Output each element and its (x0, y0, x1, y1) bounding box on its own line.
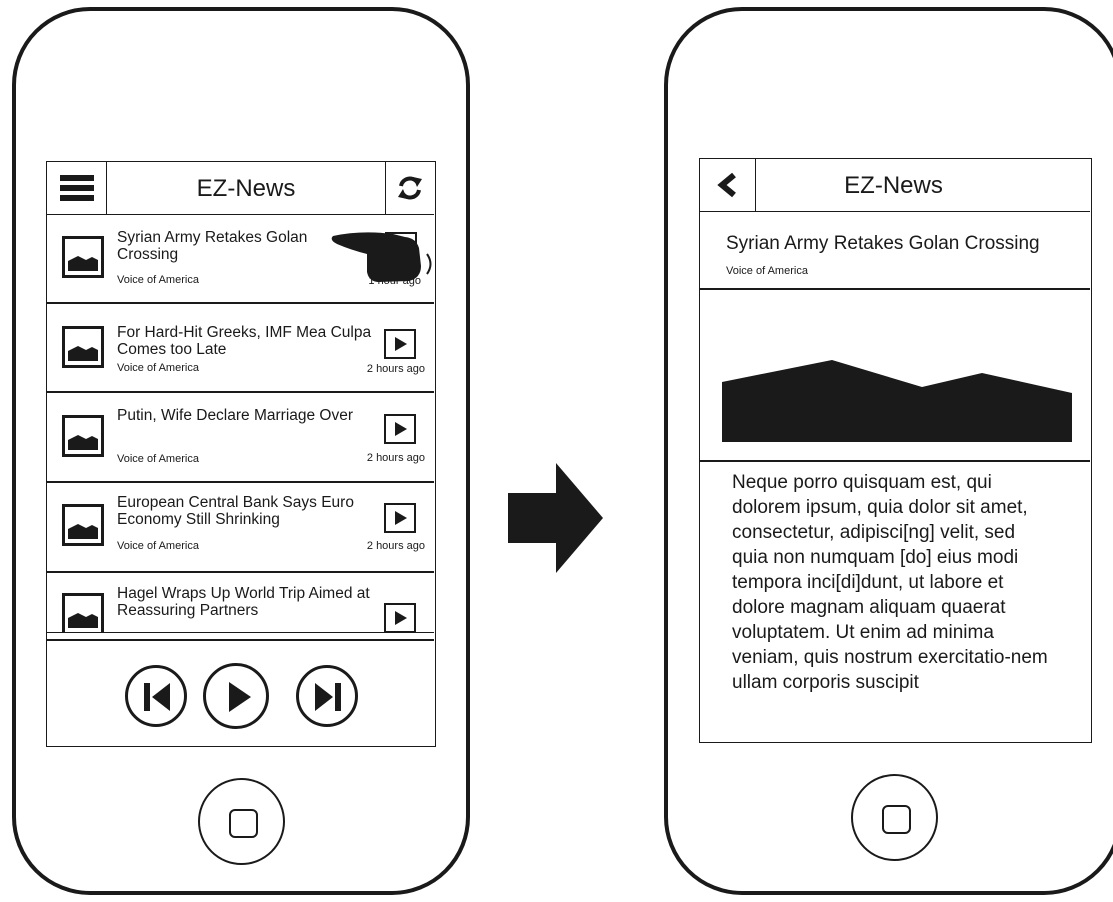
play-button[interactable] (384, 503, 416, 533)
list-app-title: EZ-News (196, 175, 296, 202)
play-button[interactable] (384, 329, 416, 359)
list-item-time: 2 hours ago (366, 363, 425, 375)
article-image (700, 288, 1090, 462)
image-placeholder-icon (62, 415, 104, 457)
hamburger-icon (60, 175, 94, 201)
list-item-source: Voice of America (117, 362, 199, 374)
list-screen: EZ-News Syrian Army Retakes Golan Crossi… (46, 161, 436, 747)
list-header: EZ-News (47, 162, 434, 215)
detail-header: EZ-News (700, 159, 1090, 212)
list-item-title: European Central Bank Says Euro Economy … (117, 494, 354, 528)
list-item[interactable]: Syrian Army Retakes Golan Crossing Voice… (47, 215, 434, 304)
list-item-source: Voice of America (117, 540, 199, 552)
list-item[interactable]: Hagel Wraps Up World Trip Aimed at Reass… (47, 573, 434, 632)
play-button[interactable] (384, 603, 416, 632)
home-button-square (229, 809, 258, 838)
home-button-square (882, 805, 911, 834)
play-icon (395, 611, 407, 625)
hand-swipe-icon (331, 232, 432, 282)
image-placeholder-icon (62, 326, 104, 368)
list-item-source: Voice of America (117, 453, 199, 465)
image-placeholder-icon (62, 593, 104, 632)
previous-button[interactable] (125, 665, 187, 727)
list-item-time: 2 hours ago (366, 452, 425, 464)
home-button[interactable] (851, 774, 938, 861)
home-button[interactable] (198, 778, 285, 865)
refresh-button[interactable] (385, 162, 434, 214)
play-icon (395, 422, 407, 436)
article-source: Voice of America (726, 265, 808, 277)
back-button[interactable] (700, 159, 756, 211)
play-icon (395, 511, 407, 525)
list-item-title: Hagel Wraps Up World Trip Aimed at Reass… (117, 585, 370, 619)
detail-app-title: EZ-News (844, 172, 943, 199)
arrow-right-icon (508, 463, 603, 573)
list-item-title: Putin, Wife Declare Marriage Over (117, 407, 354, 424)
list-item[interactable]: Putin, Wife Declare Marriage Over Voice … (47, 393, 434, 483)
list-item[interactable]: For Hard-Hit Greeks, IMF Mea Culpa Comes… (47, 304, 434, 393)
refresh-icon (398, 176, 422, 200)
player-controls (47, 632, 434, 745)
list-item-source: Voice of America (117, 274, 199, 286)
list-item-title: For Hard-Hit Greeks, IMF Mea Culpa Comes… (117, 324, 372, 358)
list-item-title: Syrian Army Retakes Golan Crossing (117, 229, 308, 263)
article-title: Syrian Army Retakes Golan Crossing (726, 233, 1040, 254)
play-button[interactable] (384, 414, 416, 444)
article-body: Neque porro quisquam est, qui dolorem ip… (732, 472, 1048, 693)
image-placeholder-icon (722, 360, 1072, 442)
next-button[interactable] (296, 665, 358, 727)
chevron-left-icon (717, 172, 736, 198)
play-icon (229, 682, 251, 712)
divider (47, 639, 434, 641)
play-icon (395, 337, 407, 351)
play-pause-button[interactable] (203, 663, 269, 729)
menu-button[interactable] (47, 162, 107, 214)
image-placeholder-icon (62, 504, 104, 546)
image-placeholder-icon (62, 236, 104, 278)
list-item-time: 2 hours ago (366, 540, 425, 552)
list-item[interactable]: European Central Bank Says Euro Economy … (47, 483, 434, 573)
detail-screen: EZ-News Syrian Army Retakes Golan Crossi… (699, 158, 1092, 743)
skip-next-icon (315, 683, 341, 711)
skip-previous-icon (144, 683, 170, 711)
